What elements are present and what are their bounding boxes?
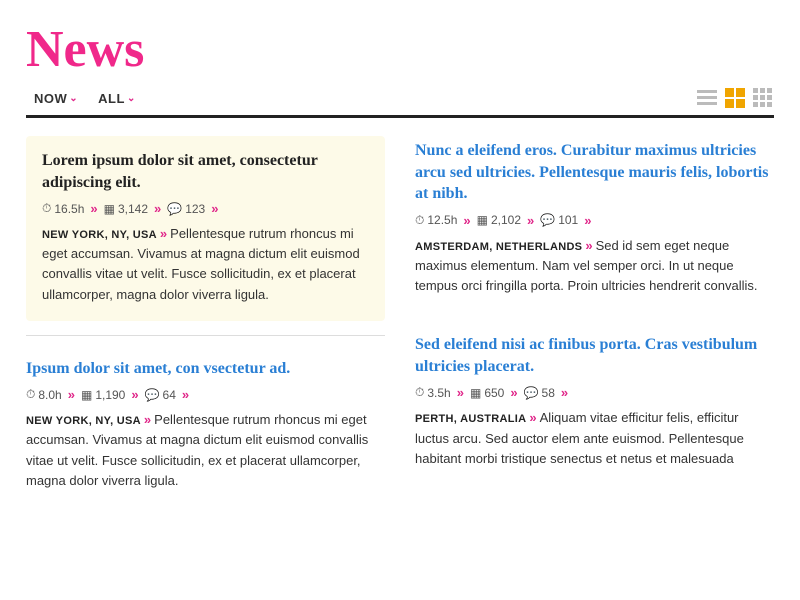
meta-sep-2: » — [154, 201, 161, 216]
br-image-icon: ▦ — [470, 386, 481, 400]
toolbar: NOW ⌄ ALL ⌄ — [26, 87, 774, 118]
bl-time: 8.0h — [38, 388, 61, 402]
article-featured-body: NEW YORK, NY, USA»Pellentesque rutrum rh… — [42, 224, 369, 305]
articles-grid: Lorem ipsum dolor sit amet, consectetur … — [26, 136, 774, 511]
tr-clock-item: ⏱ 12.5h — [415, 213, 457, 228]
view-grid9-icon[interactable] — [752, 87, 774, 109]
article-bottom-right-title[interactable]: Sed eleifend nisi ac finibus porta. Cras… — [415, 334, 774, 377]
right-column: Nunc a eleifend eros. Curabitur maximus … — [415, 136, 774, 511]
filter-now-label: NOW — [34, 91, 67, 106]
comment-icon: 💬 — [167, 202, 182, 216]
bl-image-icon: ▦ — [81, 388, 92, 402]
article-bottom-right-meta: ⏱ 3.5h » ▦ 650 » 💬 58 » — [415, 385, 774, 400]
page-title: News — [26, 20, 774, 79]
article-top-right: Nunc a eleifend eros. Curabitur maximus … — [415, 136, 774, 316]
article-top-right-body: AMSTERDAM, NETHERLANDS»Sed id sem eget n… — [415, 236, 774, 296]
meta-images: 3,142 — [118, 202, 148, 216]
br-time: 3.5h — [427, 386, 450, 400]
tr-images: 2,102 — [491, 213, 521, 227]
meta-sep-3: » — [211, 201, 218, 216]
meta-clock-item: ⏱ 16.5h — [42, 201, 84, 216]
clock-icon: ⏱ — [42, 201, 51, 216]
article-featured: Lorem ipsum dolor sit amet, consectetur … — [26, 136, 385, 321]
bl-image-item: ▦ 1,190 — [81, 388, 125, 402]
tr-comment-item: 💬 101 — [540, 213, 578, 227]
br-clock-item: ⏱ 3.5h — [415, 385, 451, 400]
filter-now-chevron-icon: ⌄ — [69, 93, 78, 104]
left-divider — [26, 335, 385, 336]
tr-time: 12.5h — [427, 213, 457, 227]
article-featured-meta: ⏱ 16.5h » ▦ 3,142 » 💬 123 » — [42, 201, 369, 216]
article-featured-title: Lorem ipsum dolor sit amet, consectetur … — [42, 150, 369, 193]
filter-all-button[interactable]: ALL ⌄ — [90, 89, 144, 108]
tr-image-icon: ▦ — [477, 213, 488, 227]
meta-sep-1: » — [90, 201, 97, 216]
article-bottom-left-meta: ⏱ 8.0h » ▦ 1,190 » 💬 64 » — [26, 387, 385, 402]
filter-now-button[interactable]: NOW ⌄ — [26, 89, 86, 108]
article-bottom-left: Ipsum dolor sit amet, con vsectetur ad. … — [26, 348, 385, 511]
bl-comment-icon: 💬 — [145, 388, 160, 402]
image-icon: ▦ — [104, 202, 115, 216]
article-top-right-title[interactable]: Nunc a eleifend eros. Curabitur maximus … — [415, 140, 774, 205]
bl-clock-item: ⏱ 8.0h — [26, 387, 62, 402]
left-column: Lorem ipsum dolor sit amet, consectetur … — [26, 136, 385, 511]
view-lines-icon[interactable] — [696, 87, 718, 109]
article-bottom-left-body: NEW YORK, NY, USA»Pellentesque rutrum rh… — [26, 410, 385, 491]
tr-location: AMSTERDAM, NETHERLANDS — [415, 241, 582, 253]
filter-all-chevron-icon: ⌄ — [127, 93, 136, 104]
br-comment-item: 💬 58 — [524, 386, 555, 400]
article-bottom-right: Sed eleifend nisi ac finibus porta. Cras… — [415, 324, 774, 489]
br-images: 650 — [484, 386, 504, 400]
br-location: PERTH, AUSTRALIA — [415, 413, 526, 425]
article-top-right-meta: ⏱ 12.5h » ▦ 2,102 » 💬 101 » — [415, 213, 774, 228]
filter-all-label: ALL — [98, 91, 125, 106]
article-bottom-left-title[interactable]: Ipsum dolor sit amet, con vsectetur ad. — [26, 358, 385, 380]
meta-image-item: ▦ 3,142 — [104, 202, 148, 216]
bl-location: NEW YORK, NY, USA — [26, 415, 141, 427]
tr-clock-icon: ⏱ — [415, 213, 424, 228]
br-comment-icon: 💬 — [524, 386, 539, 400]
filter-bar: NOW ⌄ ALL ⌄ — [26, 87, 774, 109]
view-icons-group — [696, 87, 774, 109]
meta-comment-item: 💬 123 — [167, 202, 205, 216]
br-clock-icon: ⏱ — [415, 385, 424, 400]
meta-time: 16.5h — [54, 202, 84, 216]
bl-images: 1,190 — [95, 388, 125, 402]
bl-comment-item: 💬 64 — [145, 388, 176, 402]
bl-clock-icon: ⏱ — [26, 387, 35, 402]
tr-comment-icon: 💬 — [540, 213, 555, 227]
bl-comments: 64 — [163, 388, 176, 402]
br-image-item: ▦ 650 — [470, 386, 504, 400]
br-comments: 58 — [542, 386, 555, 400]
tr-comments: 101 — [558, 213, 578, 227]
view-grid4-icon[interactable] — [724, 87, 746, 109]
meta-comments: 123 — [185, 202, 205, 216]
article-featured-location: NEW YORK, NY, USA — [42, 229, 157, 241]
tr-image-item: ▦ 2,102 — [477, 213, 521, 227]
article-bottom-right-body: PERTH, AUSTRALIA»Aliquam vitae efficitur… — [415, 408, 774, 468]
